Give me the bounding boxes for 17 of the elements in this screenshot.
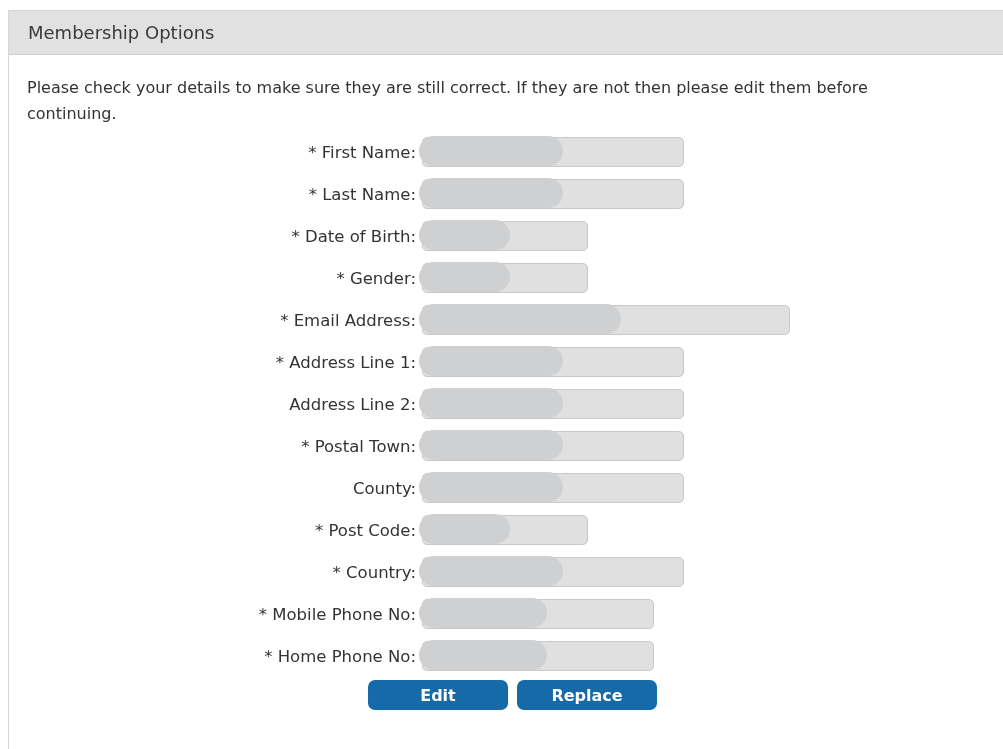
panel-title: Membership Options (28, 22, 215, 43)
field-label: Address Line 2: (288, 394, 416, 414)
field-label: * Email Address: (279, 310, 416, 330)
field-label: County: (351, 478, 416, 498)
field-label: * First Name: (307, 142, 416, 162)
field-label: * Home Phone No: (263, 646, 416, 666)
intro-text: Please check your details to make sure they are still correct. If they are not then please edit them before continuing. (27, 77, 869, 125)
field-label: * Postal Town: (300, 436, 416, 456)
field-label: * Gender: (335, 268, 416, 288)
field-label: * Address Line 1: (274, 352, 416, 372)
field-label: * Country: (331, 562, 416, 582)
field-label: * Post Code: (313, 520, 416, 540)
action-button[interactable]: Replace (517, 680, 657, 710)
field-label: * Last Name: (307, 184, 416, 204)
field-label: * Mobile Phone No: (257, 604, 416, 624)
action-button[interactable]: Edit (368, 680, 508, 710)
field-label: * Date of Birth: (290, 226, 416, 246)
